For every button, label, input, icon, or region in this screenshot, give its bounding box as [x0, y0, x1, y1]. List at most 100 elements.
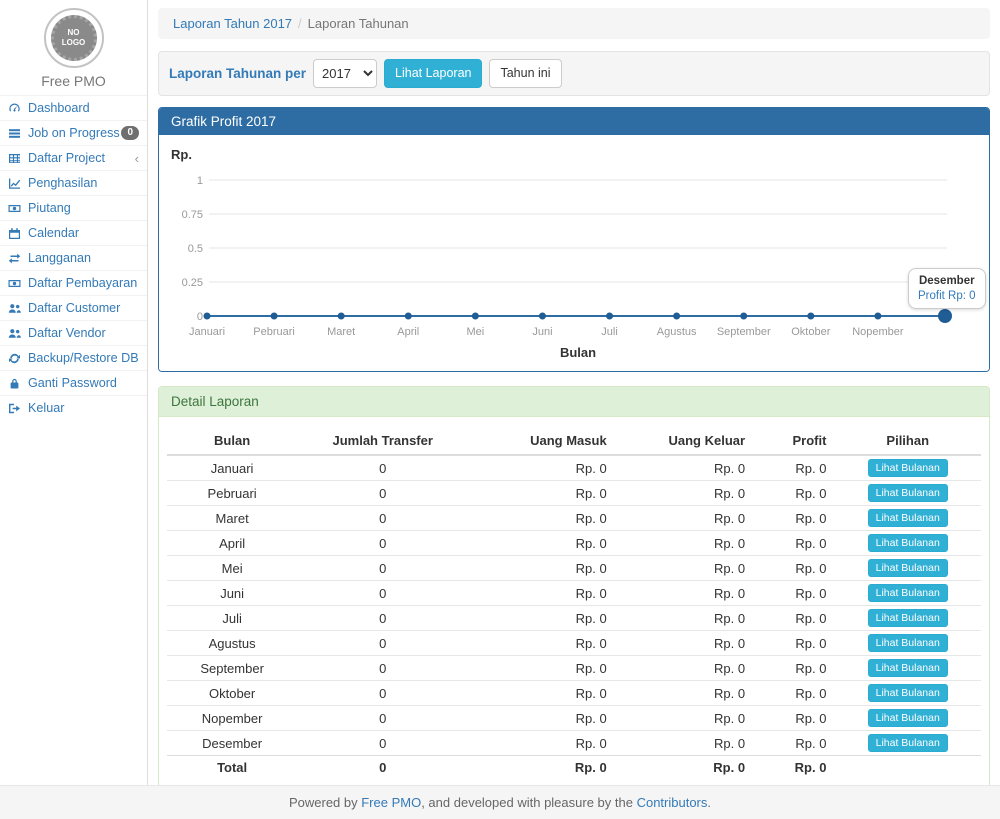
cell-jumlah-transfer: 0	[297, 681, 468, 706]
sidebar-item-backup-restore-db[interactable]: Backup/Restore DB	[0, 346, 147, 370]
cell-profit: Rp. 0	[753, 656, 834, 681]
cell-bulan: Mei	[167, 556, 297, 581]
cell-profit: Rp. 0	[753, 756, 834, 780]
sidebar-item-label: Keluar	[28, 401, 64, 415]
cell-uang-keluar: Rp. 0	[615, 606, 753, 631]
chart-panel-title: Grafik Profit 2017	[159, 108, 989, 135]
lihat-bulanan-button[interactable]: Lihat Bulanan	[868, 634, 948, 652]
svg-text:0.25: 0.25	[182, 277, 203, 289]
cell-profit: Rp. 0	[753, 455, 834, 481]
sidebar-item-daftar-pembayaran[interactable]: Daftar Pembayaran	[0, 271, 147, 295]
cell-profit: Rp. 0	[753, 631, 834, 656]
cell-bulan: Juni	[167, 581, 297, 606]
cell-uang-keluar: Rp. 0	[615, 706, 753, 731]
lihat-laporan-button[interactable]: Lihat Laporan	[384, 59, 482, 88]
sidebar-item-calendar[interactable]: Calendar	[0, 221, 147, 245]
logo-circle: NOLOGO	[44, 8, 104, 68]
breadcrumb-link[interactable]: Laporan Tahun 2017	[173, 16, 292, 31]
footer-link-freepmo[interactable]: Free PMO	[361, 795, 421, 810]
tooltip-value: Profit Rp: 0	[918, 290, 976, 302]
lihat-bulanan-button[interactable]: Lihat Bulanan	[868, 534, 948, 552]
money-icon	[8, 277, 23, 290]
svg-text:Bulan: Bulan	[560, 345, 596, 360]
column-header: Jumlah Transfer	[297, 427, 468, 455]
report-filter-bar: Laporan Tahunan per 2017 Lihat Laporan T…	[158, 51, 990, 96]
sidebar-item-wrap: Daftar Customer	[0, 295, 147, 320]
lihat-bulanan-button[interactable]: Lihat Bulanan	[868, 584, 948, 602]
sidebar-item-piutang[interactable]: Piutang	[0, 196, 147, 220]
main-content: Laporan Tahun 2017/Laporan Tahunan Lapor…	[158, 0, 990, 797]
sidebar-item-ganti-password[interactable]: Ganti Password	[0, 371, 147, 395]
table-row: Nopember0Rp. 0Rp. 0Rp. 0Lihat Bulanan	[167, 706, 981, 731]
cell-bulan: Desember	[167, 731, 297, 756]
footer-text-suffix: .	[707, 795, 711, 810]
lihat-bulanan-button[interactable]: Lihat Bulanan	[868, 734, 948, 752]
chart-tooltip: Desember Profit Rp: 0	[908, 268, 986, 309]
sidebar-item-daftar-project[interactable]: Daftar Project‹	[0, 146, 147, 170]
sidebar-item-label: Penghasilan	[28, 176, 97, 190]
page-footer: Powered by Free PMO, and developed with …	[0, 785, 1000, 819]
cell-profit: Rp. 0	[753, 681, 834, 706]
year-select[interactable]: 2017	[313, 59, 377, 88]
sidebar-item-label: Job on Progress	[28, 126, 120, 140]
chart-canvas: Rp.10.750.50.250JanuariPebruariMaretApri…	[159, 135, 989, 371]
sidebar-item-wrap: Daftar Project‹	[0, 145, 147, 170]
lock-icon	[8, 377, 23, 390]
cell-profit: Rp. 0	[753, 481, 834, 506]
footer-link-contributors[interactable]: Contributors	[637, 795, 708, 810]
cell-uang-masuk: Rp. 0	[468, 455, 615, 481]
sidebar-item-penghasilan[interactable]: Penghasilan	[0, 171, 147, 195]
sidebar-item-label: Ganti Password	[28, 376, 117, 390]
breadcrumb-current: Laporan Tahunan	[308, 16, 409, 31]
cell-uang-keluar: Rp. 0	[615, 531, 753, 556]
footer-text-middle: , and developed with pleasure by the	[421, 795, 636, 810]
cell-bulan: Januari	[167, 455, 297, 481]
cell-pilihan: Lihat Bulanan	[834, 531, 981, 556]
table-header-row: BulanJumlah TransferUang MasukUang Kelua…	[167, 427, 981, 455]
cell-jumlah-transfer: 0	[297, 756, 468, 780]
lihat-bulanan-button[interactable]: Lihat Bulanan	[868, 659, 948, 677]
lihat-bulanan-button[interactable]: Lihat Bulanan	[868, 709, 948, 727]
sidebar-item-wrap: Calendar	[0, 220, 147, 245]
svg-text:Rp.: Rp.	[171, 147, 192, 162]
cell-pilihan: Lihat Bulanan	[834, 481, 981, 506]
cell-bulan: Total	[167, 756, 297, 780]
lihat-bulanan-button[interactable]: Lihat Bulanan	[868, 459, 948, 477]
lihat-bulanan-button[interactable]: Lihat Bulanan	[868, 609, 948, 627]
sidebar-item-wrap: Backup/Restore DB	[0, 345, 147, 370]
sidebar-item-langganan[interactable]: Langganan	[0, 246, 147, 270]
cell-pilihan: Lihat Bulanan	[834, 455, 981, 481]
svg-text:April: April	[397, 326, 419, 338]
column-header: Profit	[753, 427, 834, 455]
sign-out-icon	[8, 402, 23, 415]
cell-jumlah-transfer: 0	[297, 455, 468, 481]
lihat-bulanan-button[interactable]: Lihat Bulanan	[868, 484, 948, 502]
cell-bulan: Oktober	[167, 681, 297, 706]
profit-chart-panel: Grafik Profit 2017 Rp.10.750.50.250Janua…	[158, 107, 990, 372]
cell-uang-keluar: Rp. 0	[615, 756, 753, 780]
sidebar-item-dashboard[interactable]: Dashboard	[0, 96, 147, 120]
list-icon	[8, 127, 23, 140]
tahun-ini-button[interactable]: Tahun ini	[489, 59, 561, 88]
cell-pilihan: Lihat Bulanan	[834, 606, 981, 631]
cell-uang-masuk: Rp. 0	[468, 756, 615, 780]
lihat-bulanan-button[interactable]: Lihat Bulanan	[868, 684, 948, 702]
lihat-bulanan-button[interactable]: Lihat Bulanan	[868, 559, 948, 577]
breadcrumb: Laporan Tahun 2017/Laporan Tahunan	[158, 8, 990, 39]
cell-profit: Rp. 0	[753, 706, 834, 731]
cell-pilihan: Lihat Bulanan	[834, 706, 981, 731]
sidebar-item-daftar-vendor[interactable]: Daftar Vendor	[0, 321, 147, 345]
table-icon	[8, 152, 23, 165]
sidebar-item-wrap: Penghasilan	[0, 170, 147, 195]
cell-uang-masuk: Rp. 0	[468, 631, 615, 656]
sidebar-item-label: Backup/Restore DB	[28, 351, 139, 365]
svg-text:Oktober: Oktober	[791, 326, 830, 338]
sidebar-item-label: Daftar Vendor	[28, 326, 106, 340]
cell-jumlah-transfer: 0	[297, 631, 468, 656]
sidebar-item-job-on-progress[interactable]: Job on Progress0	[0, 121, 147, 145]
column-header: Uang Masuk	[468, 427, 615, 455]
lihat-bulanan-button[interactable]: Lihat Bulanan	[868, 509, 948, 527]
sidebar-menu: DashboardJob on Progress0Daftar Project‹…	[0, 95, 147, 420]
sidebar-item-keluar[interactable]: Keluar	[0, 396, 147, 420]
sidebar-item-daftar-customer[interactable]: Daftar Customer	[0, 296, 147, 320]
